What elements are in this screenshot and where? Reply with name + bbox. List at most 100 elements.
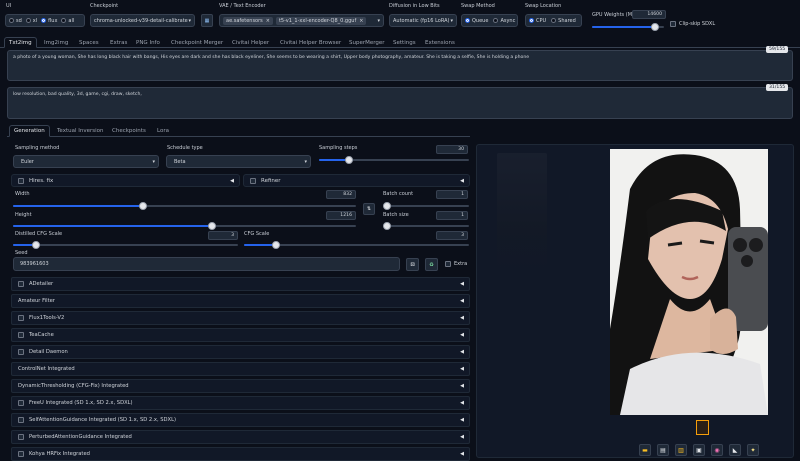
- zip-button[interactable]: ▥: [675, 444, 687, 456]
- vae-select[interactable]: ae.safetensors × t5-v1_1-xxl-encoder-Q8_0…: [219, 14, 384, 27]
- diffusion-select[interactable]: Automatic (fp16 LoRA) ▾: [389, 14, 457, 27]
- batch-size-knob[interactable]: [383, 222, 391, 230]
- accordion-item[interactable]: FreeU Integrated (SD 1.x, SD 2.x, SDXL) ◀: [11, 396, 470, 410]
- width-input[interactable]: 832: [326, 190, 356, 199]
- close-icon[interactable]: ×: [266, 18, 270, 24]
- tab-supermerger[interactable]: SuperMerger: [349, 37, 385, 48]
- positive-prompt-textarea[interactable]: a photo of a young woman, She has long b…: [7, 50, 793, 81]
- accordion-item[interactable]: PerturbedAttentionGuidance Integrated ◀: [11, 430, 470, 444]
- height-knob[interactable]: [207, 222, 216, 230]
- sampling-steps-input[interactable]: 30: [436, 145, 468, 154]
- checkbox-icon[interactable]: [18, 281, 24, 287]
- tab-extensions[interactable]: Extensions: [425, 37, 455, 48]
- distilled-cfg-knob[interactable]: [31, 241, 40, 249]
- batch-size-input[interactable]: 1: [436, 211, 468, 220]
- height-input[interactable]: 1216: [326, 211, 356, 220]
- sampling-steps-knob[interactable]: [345, 156, 353, 164]
- swap-location-cpu[interactable]: CPU: [529, 18, 546, 24]
- checkbox-icon[interactable]: [18, 451, 24, 457]
- checkbox-icon[interactable]: [18, 315, 24, 321]
- magic-button[interactable]: ✦: [747, 444, 759, 456]
- schedule-type-select[interactable]: Beta ▾: [166, 155, 311, 168]
- accordion-item[interactable]: TeaCache ◀: [11, 328, 470, 342]
- negative-prompt-textarea[interactable]: low resolution, bad quality, 3d, game, c…: [7, 87, 793, 119]
- accordion-item[interactable]: Kohya HRFix Integrated ◀: [11, 447, 470, 461]
- gpu-weights-slider[interactable]: [592, 23, 664, 31]
- swap-location-shared[interactable]: Shared: [551, 18, 576, 24]
- open-folder-button[interactable]: ▬: [639, 444, 651, 456]
- gpu-weights-input[interactable]: 14600: [632, 10, 666, 19]
- random-seed-button[interactable]: ⚄: [406, 258, 419, 271]
- tab-extras[interactable]: Extras: [110, 37, 127, 48]
- generated-image[interactable]: [610, 149, 768, 415]
- extra-seed-checkbox[interactable]: Extra: [445, 261, 467, 267]
- ui-option-all[interactable]: all: [61, 18, 74, 24]
- tab-spaces[interactable]: Spaces: [79, 37, 99, 48]
- tab-civitai-helper[interactable]: Civitai Helper: [232, 37, 269, 48]
- accordion-item[interactable]: Flux1Tools-V2 ◀: [11, 311, 470, 325]
- width-slider[interactable]: [13, 202, 356, 210]
- height-slider[interactable]: [13, 222, 356, 230]
- reuse-seed-button[interactable]: ♻: [425, 258, 438, 271]
- negative-token-counter: 31/155: [766, 84, 789, 91]
- tab-checkpoint-merger[interactable]: Checkpoint Merger: [171, 37, 223, 48]
- refiner-accordion[interactable]: Refiner ◀: [243, 174, 470, 187]
- checkbox-icon[interactable]: [18, 332, 24, 338]
- save-button[interactable]: ▤: [657, 444, 669, 456]
- swap-dimensions-button[interactable]: ⇅: [363, 203, 375, 215]
- cfg-scale-input[interactable]: 3: [436, 231, 468, 240]
- seed-input[interactable]: 983961603: [13, 257, 400, 271]
- image-thumbnail[interactable]: [696, 420, 709, 435]
- batch-count-knob[interactable]: [383, 202, 391, 210]
- distilled-cfg-input[interactable]: 3: [208, 231, 238, 240]
- tab-generation[interactable]: Generation: [9, 125, 50, 137]
- tab-lora[interactable]: Lora: [157, 125, 169, 137]
- refresh-checkpoint-button[interactable]: ▦: [201, 14, 213, 27]
- sampling-method-select[interactable]: Euler ▾: [13, 155, 159, 168]
- hires-fix-accordion[interactable]: Hires. fix ◀: [11, 174, 240, 187]
- ui-option-flux[interactable]: flux: [41, 18, 57, 24]
- cfg-scale-slider[interactable]: [244, 241, 469, 249]
- batch-size-slider[interactable]: [383, 222, 469, 230]
- accordion-item[interactable]: Amateur Filter ◀: [11, 294, 470, 308]
- accordion-item[interactable]: DynamicThresholding (CFG-Fix) Integrated…: [11, 379, 470, 393]
- cfg-scale-knob[interactable]: [271, 241, 280, 249]
- tab-settings[interactable]: Settings: [393, 37, 416, 48]
- vae-chip-2[interactable]: t5-v1_1-xxl-encoder-Q8_0.gguf ×: [275, 16, 367, 25]
- checkbox-icon[interactable]: [250, 177, 256, 184]
- vae-chip-1[interactable]: ae.safetensors ×: [223, 16, 273, 25]
- accordion-item[interactable]: ControlNet Integrated ◀: [11, 362, 470, 376]
- width-knob[interactable]: [139, 202, 148, 210]
- checkbox-icon[interactable]: [18, 417, 24, 423]
- send-to-img2img-button[interactable]: ▣: [693, 444, 705, 456]
- clip-skip-checkbox[interactable]: Clip-skip SDXL: [670, 21, 715, 27]
- tab-img2img[interactable]: Img2img: [44, 37, 68, 48]
- tab-checkpoints[interactable]: Checkpoints: [112, 125, 146, 137]
- close-icon[interactable]: ×: [359, 18, 363, 24]
- accordion-item[interactable]: Detail Daemon ◀: [11, 345, 470, 359]
- swap-method-async[interactable]: Async: [493, 18, 515, 24]
- checkbox-icon[interactable]: [18, 177, 24, 184]
- send-to-inpaint-button[interactable]: ◉: [711, 444, 723, 456]
- tab-png-info[interactable]: PNG Info: [136, 37, 160, 48]
- schedule-type-label: Schedule type: [167, 145, 203, 151]
- tab-txt2img[interactable]: Txt2img: [4, 37, 37, 48]
- swap-method-queue[interactable]: Queue: [465, 18, 488, 24]
- accordion-item[interactable]: SelfAttentionGuidance Integrated (SD 1.x…: [11, 413, 470, 427]
- accordion-item[interactable]: ADetailer ◀: [11, 277, 470, 291]
- sampling-steps-slider[interactable]: [319, 156, 469, 164]
- send-to-extras-button[interactable]: ◣: [729, 444, 741, 456]
- checkbox-icon[interactable]: [18, 349, 24, 355]
- gpu-weights-knob[interactable]: [651, 23, 660, 31]
- tab-textual-inversion[interactable]: Textual Inversion: [57, 125, 104, 137]
- batch-count-label: Batch count: [383, 191, 414, 197]
- checkbox-icon[interactable]: [18, 400, 24, 406]
- batch-count-input[interactable]: 1: [436, 190, 468, 199]
- batch-count-slider[interactable]: [383, 202, 469, 210]
- ui-option-sd[interactable]: sd: [9, 18, 22, 24]
- ui-option-xl[interactable]: xl: [25, 18, 37, 24]
- checkbox-icon[interactable]: [18, 434, 24, 440]
- tab-civitai-helper-browser[interactable]: Civitai Helper Browser: [280, 37, 341, 48]
- checkpoint-select[interactable]: chroma-unlocked-v39-detail-calibrated-fp…: [90, 14, 195, 27]
- distilled-cfg-slider[interactable]: [13, 241, 238, 249]
